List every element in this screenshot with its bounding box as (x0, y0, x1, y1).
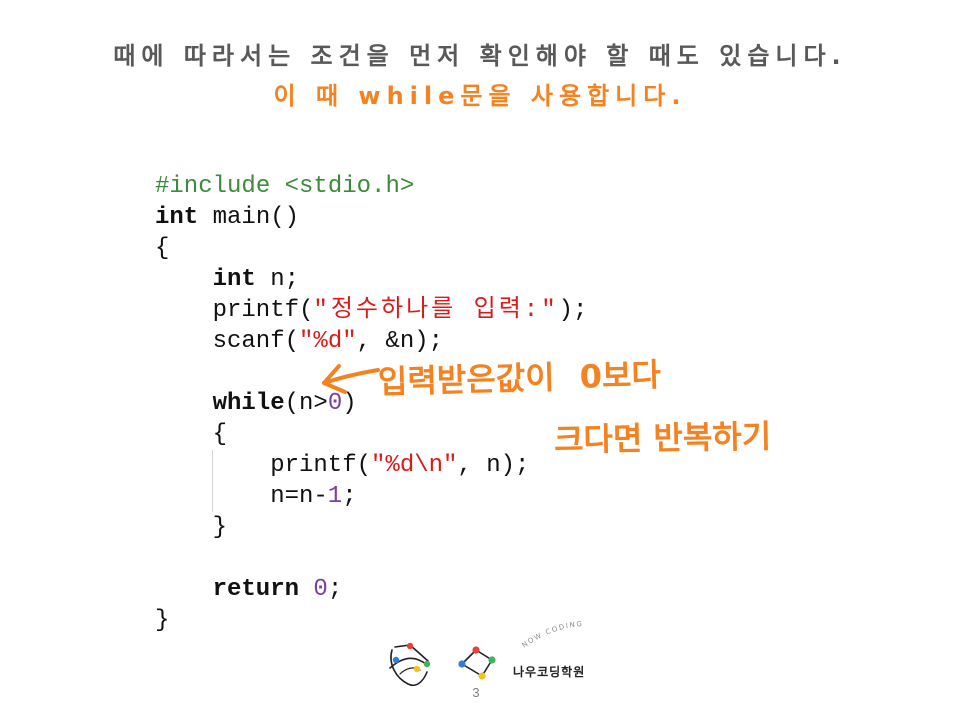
code-line: return 0; (155, 574, 587, 605)
code-line: scanf("%d", &n); (155, 326, 587, 357)
page-number: 3 (472, 685, 480, 700)
handwritten-note-line1: 입력받은값이 0보다 (377, 355, 662, 401)
arrow-left-icon (322, 364, 380, 394)
code-text: n; (255, 266, 300, 293)
code-line: int n; (155, 264, 587, 295)
code-text: n=n- (270, 483, 328, 510)
code-text: printf( (212, 297, 314, 324)
slide: 때에 따라서는 조건을 먼저 확인해야 할 때도 있습니다. 이 때 while… (0, 0, 960, 720)
code-keyword: int (155, 204, 199, 231)
code-brace: } (155, 607, 170, 634)
hand-drawn-logo-icon (389, 642, 431, 687)
code-text: printf( (270, 452, 372, 479)
code-number: 1 (327, 483, 343, 510)
indent-guide (212, 450, 213, 512)
slide-subtitle: 이 때 while문을 사용합니다. (273, 82, 687, 110)
code-string: "%d\n" (371, 452, 458, 479)
svg-text:NOW CODING: NOW CODING (521, 620, 584, 650)
code-string: "%d" (299, 328, 357, 355)
slide-title: 때에 따라서는 조건을 먼저 확인해야 할 때도 있습니다. (113, 42, 847, 70)
code-line: int main() (155, 202, 587, 233)
code-line: { (155, 233, 587, 264)
code-brace: { (155, 235, 170, 262)
code-keyword: int (212, 266, 256, 293)
code-line: printf("정수하나를 입력:"); (155, 295, 588, 326)
handwritten-note-line2: 크다면 반복하기 (553, 417, 772, 459)
code-line: n=n-1; (155, 481, 587, 512)
code-line: printf("%d\n", n); (155, 450, 587, 481)
network-diamond-logo-icon (458, 646, 496, 680)
code-number: 0 (313, 576, 328, 603)
brand-arc-label: NOW CODING (521, 620, 583, 650)
code-text: scanf( (212, 328, 300, 355)
code-preprocessor: #include <stdio.h> (155, 173, 415, 200)
code-block: #include <stdio.h> int main() { int n; p… (155, 171, 587, 636)
code-line: #include <stdio.h> (155, 171, 587, 202)
brand-name: 나우코딩학원 (513, 665, 586, 679)
code-text: , n); (457, 452, 530, 479)
code-keyword: return (212, 576, 300, 603)
code-string: "정수하나를 입력:" (313, 297, 559, 324)
code-brace: } (212, 514, 227, 541)
code-text: ; (327, 576, 343, 603)
code-text: ; (342, 483, 357, 510)
code-text: ); (558, 297, 588, 324)
code-text: , &n); (356, 328, 444, 355)
code-line: { (155, 419, 587, 450)
code-line: } (155, 512, 587, 543)
code-keyword: while (212, 390, 285, 417)
code-brace: { (212, 421, 227, 448)
code-text: main() (198, 204, 300, 231)
brand-arc-text: NOW CODING (521, 620, 584, 650)
